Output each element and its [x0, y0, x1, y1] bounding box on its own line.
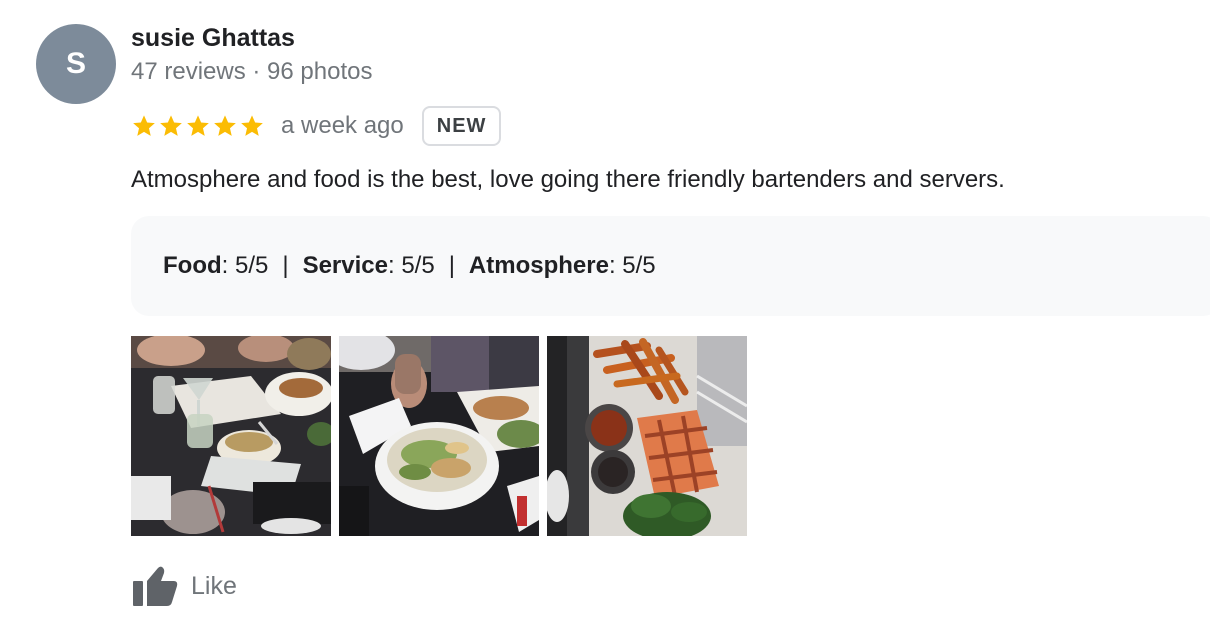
review-time: a week ago — [281, 112, 404, 139]
thumbs-up-icon — [133, 566, 178, 606]
star-icon — [160, 115, 182, 136]
rating-row: a week ago NEW — [131, 104, 502, 148]
reviewer-name[interactable]: susie Ghattas — [131, 24, 295, 53]
review-photo[interactable] — [339, 336, 539, 536]
service-label: Service — [302, 252, 388, 279]
new-badge: NEW — [421, 106, 502, 146]
review-photos — [131, 336, 747, 536]
atmosphere-label: Atmosphere — [468, 252, 609, 279]
review-photo[interactable] — [547, 336, 747, 536]
service-value: : 5/5 — [387, 252, 435, 279]
separator: | — [448, 252, 455, 279]
reviewer-stats: 47 reviews · 96 photos — [131, 58, 373, 85]
star-rating — [131, 113, 265, 139]
review-photo[interactable] — [131, 336, 331, 536]
atmosphere-value: : 5/5 — [608, 252, 656, 279]
review-text: Atmosphere and food is the best, love go… — [131, 166, 1005, 193]
avatar[interactable]: S — [36, 24, 116, 104]
star-icon — [214, 115, 236, 136]
attribute-ratings: Food: 5/5 | Service: 5/5 | Atmosphere: 5/5 — [131, 216, 1210, 316]
food-value: : 5/5 — [221, 252, 269, 279]
like-button[interactable]: Like — [131, 564, 237, 608]
like-label: Like — [191, 571, 237, 600]
food-label: Food — [163, 252, 222, 279]
star-icon — [133, 115, 155, 136]
attribute-line: Food: 5/5 | Service: 5/5 | Atmosphere: 5/5 — [163, 252, 656, 280]
separator: | — [282, 252, 289, 279]
star-icon — [187, 115, 209, 136]
star-icon — [241, 115, 263, 136]
